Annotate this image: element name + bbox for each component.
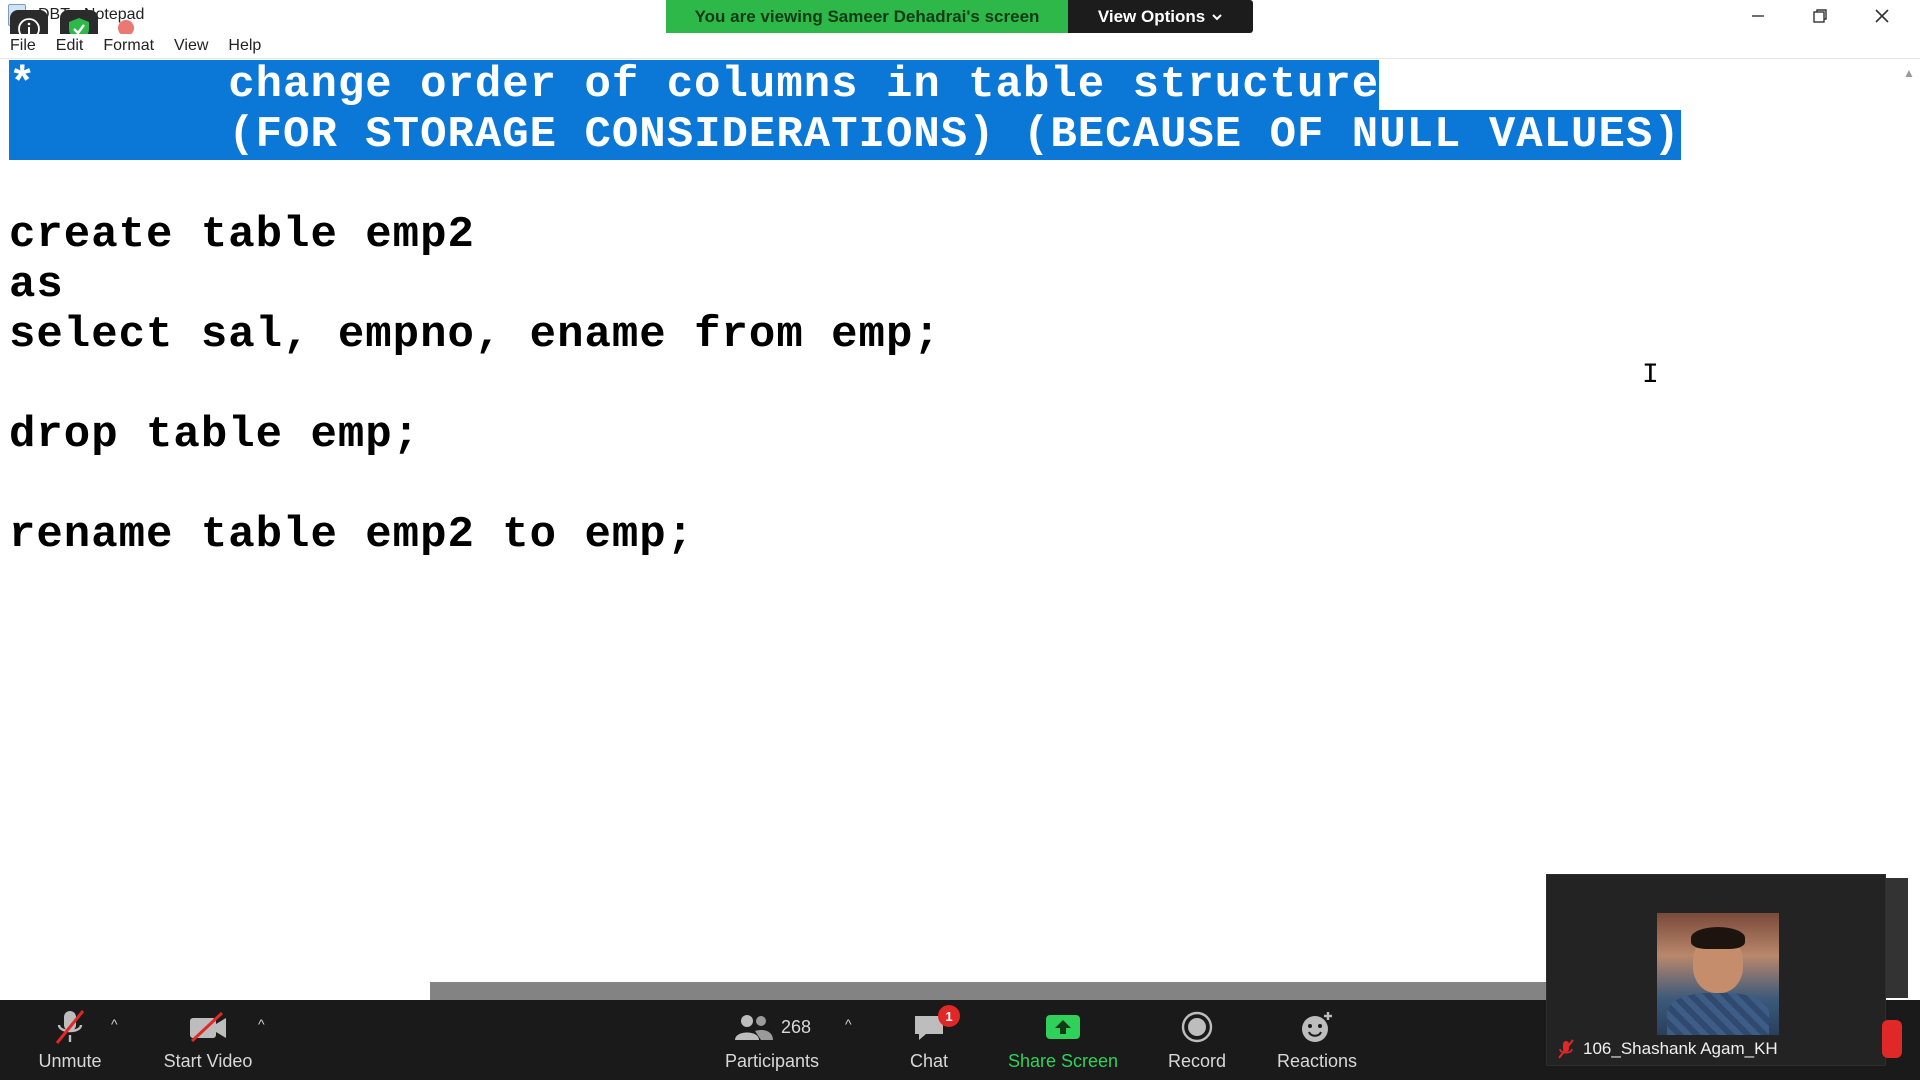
- minimize-button[interactable]: [1728, 0, 1788, 32]
- code-line-2: as: [9, 260, 64, 310]
- microphone-muted-icon: [55, 1010, 85, 1044]
- horizontal-scrollbar[interactable]: [430, 982, 1560, 1000]
- share-screen-label: Share Screen: [1007, 1051, 1119, 1071]
- self-view-edge: [1886, 878, 1908, 998]
- participant-name: 106_Shashank Agam_KH: [1583, 1039, 1778, 1058]
- code-line-1: create table emp2: [9, 210, 475, 260]
- scroll-up-icon[interactable]: ▲: [1903, 66, 1915, 80]
- participants-icon: [734, 1015, 773, 1040]
- participants-label: Participants: [724, 1051, 820, 1071]
- participant-video-thumbnail: [1657, 913, 1779, 1035]
- reactions-label: Reactions: [1276, 1051, 1358, 1071]
- menu-bar: File Edit Format View Help: [0, 34, 1920, 58]
- chat-button[interactable]: 1 Chat: [899, 1000, 960, 1080]
- video-options-caret-icon[interactable]: ^: [258, 1016, 265, 1032]
- self-view-panel[interactable]: 106_Shashank Agam_KH: [1546, 874, 1886, 1066]
- text-editor[interactable]: * change order of columns in table struc…: [0, 60, 1898, 1002]
- leave-button-edge[interactable]: [1882, 1020, 1902, 1058]
- code-line-3: select sal, empno, ename from emp;: [9, 310, 941, 360]
- chat-badge: 1: [938, 1005, 960, 1027]
- menu-divider: [0, 58, 1920, 59]
- code-line-7: rename table emp2 to emp;: [9, 510, 695, 560]
- unmute-label: Unmute: [38, 1051, 102, 1071]
- view-options-label: View Options: [1097, 6, 1206, 26]
- text-cursor-icon: I: [1642, 360, 1659, 391]
- restore-button[interactable]: [1790, 0, 1850, 32]
- share-screen-button[interactable]: Share Screen: [1000, 1000, 1126, 1080]
- reactions-icon: [1302, 1012, 1332, 1042]
- participants-button[interactable]: 268 Participants: [712, 1000, 832, 1080]
- minimize-icon: [1752, 15, 1764, 17]
- record-label: Record: [1167, 1051, 1227, 1071]
- microphone-muted-icon: [1558, 1039, 1574, 1059]
- share-screen-icon: [1046, 1015, 1080, 1039]
- menu-view[interactable]: View: [164, 34, 218, 58]
- viewing-screen-label: You are viewing Sameer Dehadrai's screen: [666, 0, 1068, 33]
- menu-edit[interactable]: Edit: [46, 34, 94, 58]
- audio-options-caret-icon[interactable]: ^: [111, 1016, 118, 1032]
- participants-options-caret-icon[interactable]: ^: [845, 1016, 852, 1032]
- view-options-button[interactable]: View Options: [1068, 0, 1253, 33]
- vertical-scrollbar[interactable]: ▲: [1898, 60, 1920, 1002]
- video-off-icon: [190, 1012, 226, 1042]
- participants-count: 268: [780, 1016, 812, 1037]
- chat-label: Chat: [909, 1051, 949, 1071]
- close-icon: [1875, 9, 1889, 23]
- chevron-down-icon: [1212, 13, 1222, 20]
- selected-line-1: * change order of columns in table struc…: [9, 60, 1380, 110]
- self-view-name-tag: 106_Shashank Agam_KH: [1557, 1039, 1778, 1059]
- start-video-button[interactable]: Start Video: [158, 1000, 258, 1080]
- reactions-button[interactable]: Reactions: [1270, 1000, 1364, 1080]
- restore-icon: [1813, 9, 1827, 23]
- record-button[interactable]: Record: [1160, 1000, 1234, 1080]
- menu-help[interactable]: Help: [218, 34, 271, 58]
- code-line-5: drop table emp;: [9, 410, 421, 460]
- close-button[interactable]: [1852, 0, 1912, 32]
- menu-format[interactable]: Format: [93, 34, 164, 58]
- unmute-button[interactable]: Unmute: [28, 1000, 112, 1080]
- screen-share-banner: You are viewing Sameer Dehadrai's screen…: [666, 0, 1253, 33]
- menu-file[interactable]: File: [0, 34, 46, 58]
- selected-line-2: (FOR STORAGE CONSIDERATIONS) (BECAUSE OF…: [9, 110, 1681, 160]
- start-video-label: Start Video: [163, 1051, 253, 1071]
- record-icon: [1181, 1011, 1213, 1043]
